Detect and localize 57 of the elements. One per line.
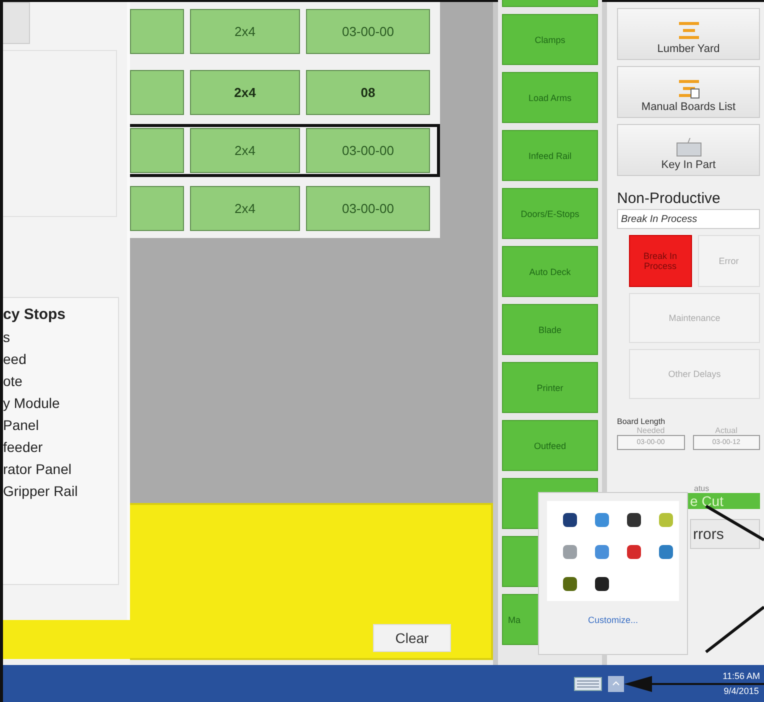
stop-item: Gripper Rail <box>3 483 79 499</box>
errors-button[interactable]: rrors <box>690 519 760 549</box>
stop-item: Panel <box>3 417 40 433</box>
needed-label: Needed <box>636 426 666 435</box>
actual-label: Actual <box>714 426 738 435</box>
board-stack-icon <box>676 79 700 99</box>
board-stack-icon <box>676 21 700 41</box>
tray-app-icon[interactable] <box>593 575 611 593</box>
grid-row[interactable]: 2x4 03-00-00 <box>130 182 440 235</box>
station-button[interactable]: Doors/E-Stops <box>502 188 598 239</box>
keyboard-icon <box>676 137 702 157</box>
action-button[interactable]: Lumber Yard <box>617 8 760 60</box>
annotation-line <box>705 606 764 654</box>
stops-title: cy Stops <box>3 306 67 323</box>
station-button[interactable]: Auto Deck <box>502 246 598 297</box>
show-hidden-icons-icon[interactable] <box>608 676 624 692</box>
stop-item: ote <box>3 373 24 389</box>
delay-button[interactable]: Break In Process <box>629 235 692 287</box>
grid-cell <box>130 186 184 231</box>
grid-row[interactable]: 2x4 03-00-00 <box>130 5 440 58</box>
grid-cell: 03-00-00 <box>306 128 430 173</box>
status-field: Break In Process <box>617 209 760 229</box>
customize-link[interactable]: Customize... <box>588 615 638 625</box>
station-button[interactable]: Infeed Rail <box>502 130 598 181</box>
action-button[interactable]: Manual Boards List <box>617 66 760 118</box>
clock[interactable]: 11:56 AM 9/4/2015 <box>722 671 760 696</box>
tray-app-icon[interactable] <box>561 511 579 529</box>
status-label: atus <box>694 484 710 493</box>
grid-cell: 08 <box>306 70 430 115</box>
grid-row[interactable]: 2x4 08 <box>130 66 440 119</box>
grid-cell <box>130 128 184 173</box>
grid-cell: 2x4 <box>190 128 300 173</box>
grid-cell: 2x4 <box>190 70 300 115</box>
action-button[interactable]: Key In Part <box>617 124 760 176</box>
grid-cell: 03-00-00 <box>306 186 430 231</box>
stop-item: y Module <box>3 395 61 411</box>
grid-cell <box>130 9 184 54</box>
grid-cell: 2x4 <box>190 186 300 231</box>
section-title: Non-Productive <box>617 190 722 207</box>
board-length-label: Board Length <box>617 417 666 426</box>
grid-row[interactable]: 2x4 03-00-00 <box>130 124 440 177</box>
stop-item: eed <box>3 351 28 367</box>
grid-cell <box>130 70 184 115</box>
stop-item: rator Panel <box>3 461 72 477</box>
keyboard-icon[interactable] <box>574 676 602 690</box>
station-button[interactable]: Printer <box>502 362 598 413</box>
station-button[interactable]: Outfeed <box>502 420 598 471</box>
clear-button[interactable]: Clear <box>373 624 451 652</box>
station-button[interactable]: Load Arms <box>502 72 598 123</box>
station-button[interactable]: Blade <box>502 304 598 355</box>
stop-item: feeder <box>3 439 44 455</box>
tray-app-icon[interactable] <box>625 511 643 529</box>
station-button[interactable]: Clamps <box>502 14 598 65</box>
stop-item: s <box>3 329 11 345</box>
grid-cell: 2x4 <box>190 9 300 54</box>
status-value: e Cut <box>688 493 760 509</box>
grid-cell: 03-00-00 <box>306 9 430 54</box>
